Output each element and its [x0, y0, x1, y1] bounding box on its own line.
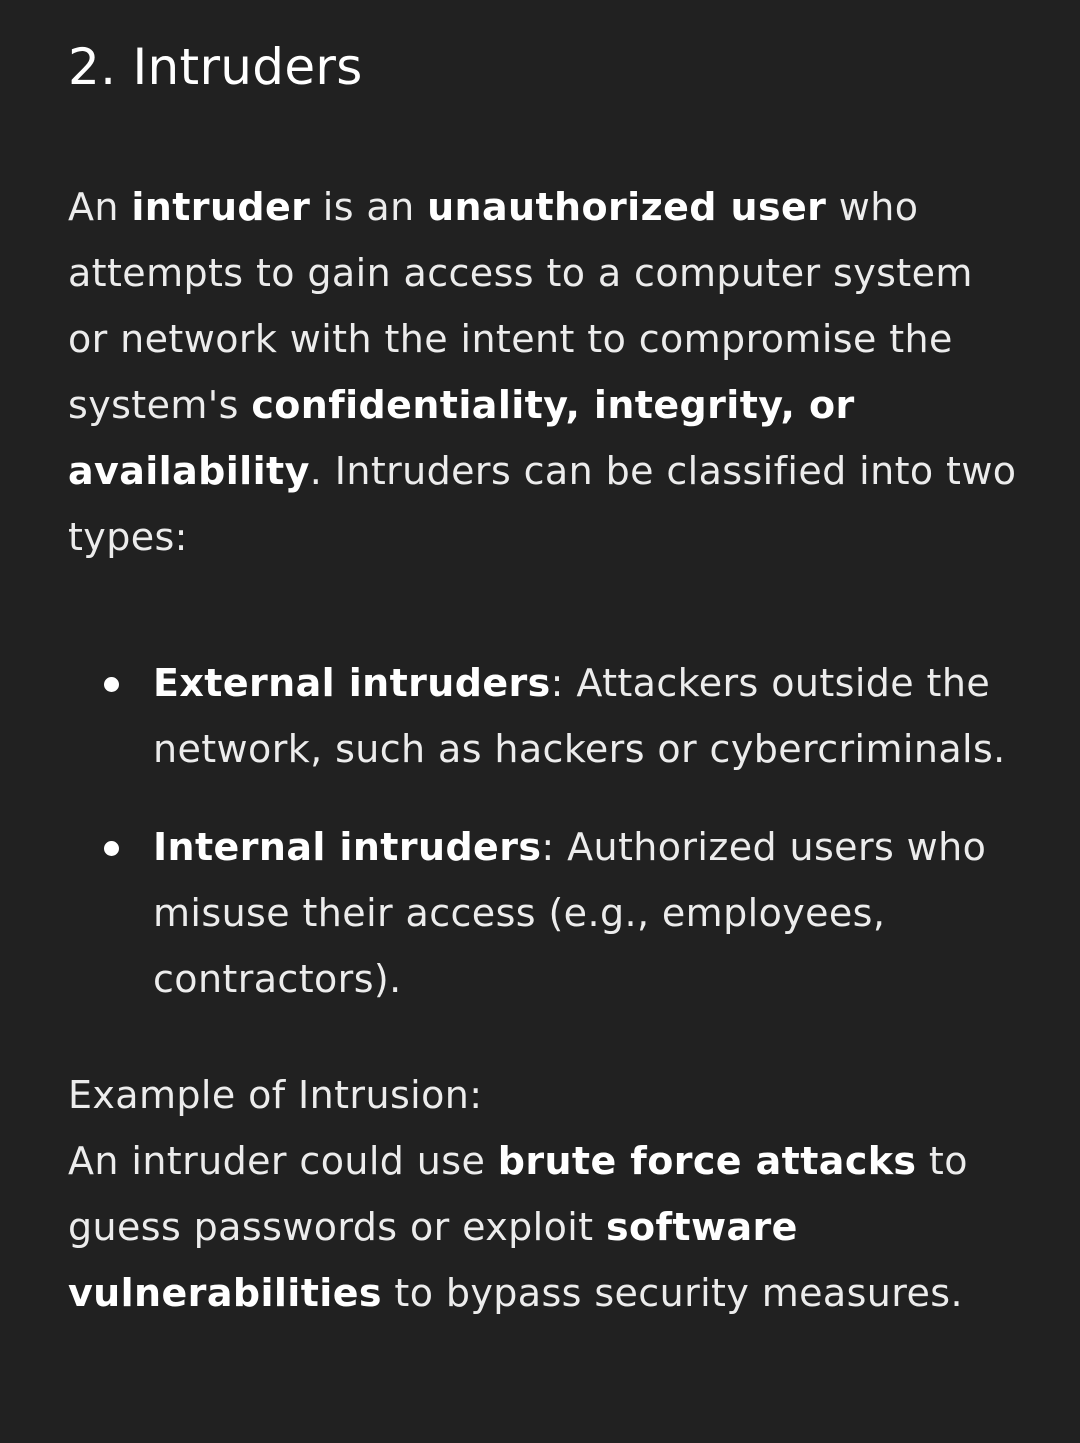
example-text: to bypass security measures.: [381, 1271, 963, 1315]
section-heading: 2. Intruders: [68, 38, 363, 96]
list-item-internal-intruders: Internal intruders: Authorized users who…: [68, 814, 1020, 1012]
list-item-term: Internal intruders: [153, 825, 542, 869]
intro-text: is an: [310, 185, 428, 229]
intro-term-unauthorized-user: unauthorized user: [427, 185, 827, 229]
example-paragraph: Example of Intrusion: An intruder could u…: [68, 1062, 1020, 1326]
document-page: 2. Intruders An intruder is an unauthori…: [0, 0, 1080, 1443]
intruder-types-list: External intruders: Attackers outside th…: [68, 650, 1020, 1012]
list-item-text: Internal intruders: Authorized users who…: [153, 814, 1020, 1012]
intro-text: An: [68, 185, 132, 229]
intro-paragraph: An intruder is an unauthorized user who …: [68, 174, 1020, 570]
example-label: Example of Intrusion:: [68, 1073, 483, 1117]
example-term-brute-force: brute force attacks: [497, 1139, 917, 1183]
bullet-dot-icon: [104, 677, 119, 692]
list-item-external-intruders: External intruders: Attackers outside th…: [68, 650, 1020, 782]
list-item-term: External intruders: [153, 661, 551, 705]
example-text: An intruder could use: [68, 1139, 498, 1183]
bullet-dot-icon: [104, 841, 119, 856]
list-item-text: External intruders: Attackers outside th…: [153, 650, 1020, 782]
intro-term-intruder: intruder: [131, 185, 311, 229]
